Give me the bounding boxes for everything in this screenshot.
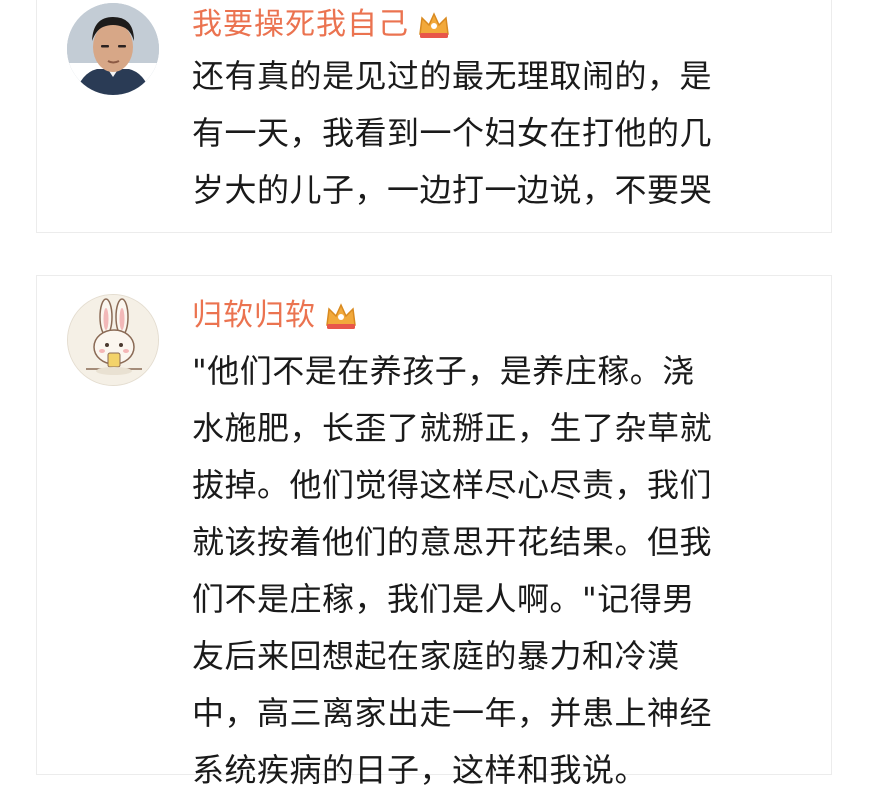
comment-line: 系统疾病的日子，这样和我说。 [192, 751, 648, 789]
comment-line: 水施肥，长歪了就掰正，生了杂草就 [192, 409, 713, 447]
comment-line: 还有真的是见过的最无理取闹的，是 [192, 57, 713, 95]
crown-icon [417, 10, 451, 40]
username-row: 我要操死我自己 [192, 5, 451, 45]
comment-line: 有一天，我看到一个妇女在打他的几 [192, 114, 713, 152]
avatar[interactable] [67, 3, 159, 95]
comment-card: 我要操死我自己 还有真的是见过的最无理取闹的，是 有一天，我看到一个妇女在打他的… [36, 0, 832, 233]
comment-line: 就该按着他们的意思开花结果。但我 [192, 523, 713, 561]
comment-line: "他们不是在养孩子，是养庄稼。浇 [192, 352, 695, 390]
comment-line: 中，高三离家出走一年，并患上神经 [192, 694, 713, 732]
comment-text: 还有真的是见过的最无理取闹的，是 有一天，我看到一个妇女在打他的几 岁大的儿子，… [192, 48, 802, 219]
comment-line: 拔掉。他们觉得这样尽心尽责，我们 [192, 466, 713, 504]
avatar[interactable] [67, 294, 159, 386]
username-row: 归软归软 [192, 296, 358, 336]
username-link[interactable]: 我要操死我自己 [192, 5, 409, 45]
comment-text: "他们不是在养孩子，是养庄稼。浇 水施肥，长歪了就掰正，生了杂草就 拔掉。他们觉… [192, 343, 802, 799]
comment-card: 归软归软 "他们不是在养孩子，是养庄稼。浇 水施肥，长歪了就掰正，生了杂草就 拔… [36, 275, 832, 789]
comment-line: 们不是庄稼，我们是人啊。"记得男 [192, 580, 695, 618]
crown-icon [324, 301, 358, 331]
man-portrait-avatar-icon [67, 3, 159, 95]
comment-line: 岁大的儿子，一边打一边说，不要哭 [192, 171, 713, 209]
comment-line: 友后来回想起在家庭的暴力和冷漠 [192, 637, 680, 675]
username-link[interactable]: 归软归软 [192, 296, 316, 336]
bunny-cartoon-avatar-icon [68, 295, 158, 385]
